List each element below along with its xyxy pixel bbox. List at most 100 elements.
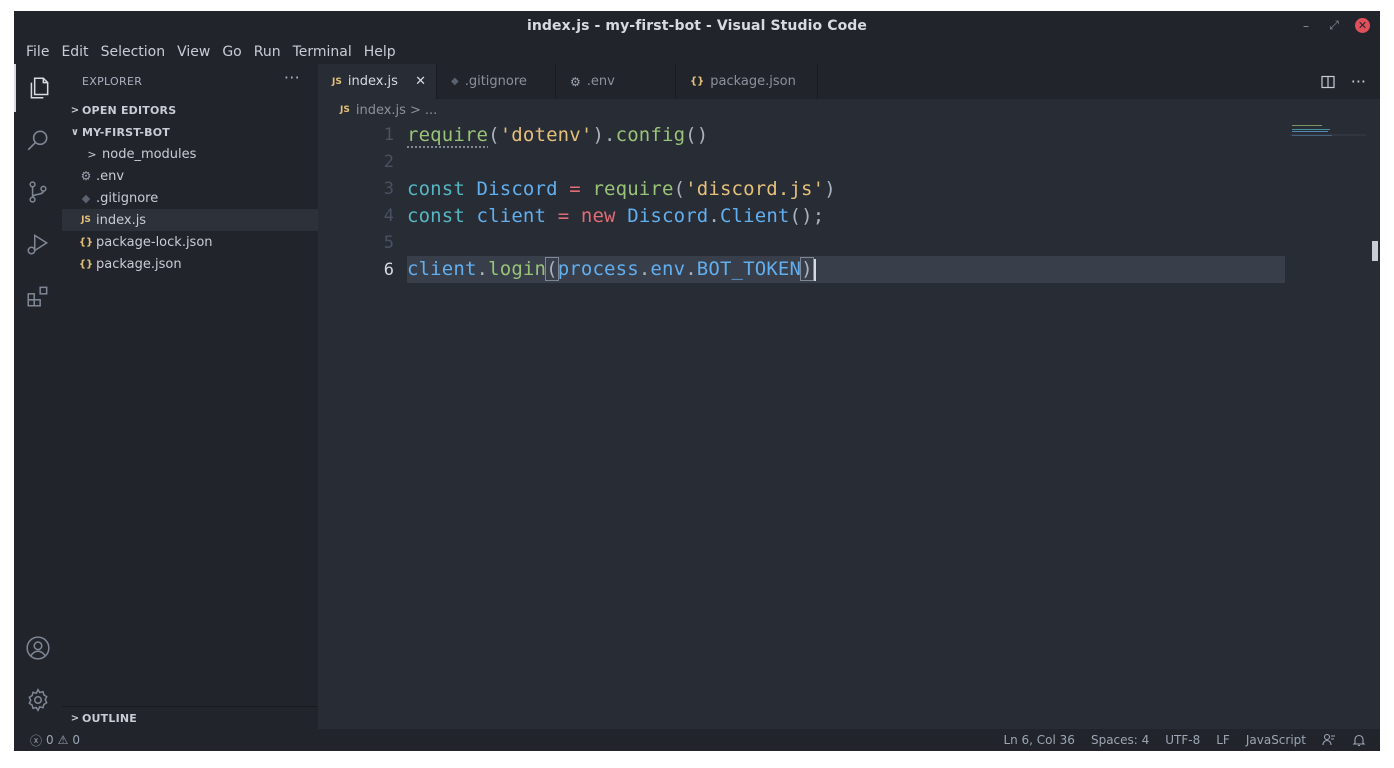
close-tab-icon[interactable]: ✕ — [415, 74, 426, 89]
code-editor[interactable]: 1 require('dotenv').config() 2 3 const D… — [318, 121, 1298, 283]
project-section[interactable]: ∨ MY-FIRST-BOT — [62, 121, 318, 143]
token: process — [557, 258, 639, 281]
chevron-down-icon: ∨ — [70, 126, 80, 138]
close-window-icon[interactable]: ✕ — [1355, 18, 1370, 33]
breadcrumb: JS index.js > ... — [340, 99, 437, 121]
tab-gitignore[interactable]: ◆ .gitignore — [437, 64, 556, 99]
explorer-header: EXPLORER ··· — [62, 64, 318, 99]
menu-run[interactable]: Run — [248, 44, 287, 60]
token: BOT_TOKEN — [696, 258, 802, 281]
tree-item-package-lock[interactable]: {} package-lock.json — [62, 231, 318, 253]
language-mode[interactable]: JavaScript — [1246, 733, 1306, 747]
tree-item-package-json[interactable]: {} package.json — [62, 253, 318, 275]
feedback-icon[interactable] — [1322, 733, 1336, 747]
chevron-right-icon: > — [70, 712, 80, 724]
token: = — [569, 177, 581, 200]
token: ). — [592, 123, 616, 146]
tab-label: package.json — [710, 74, 796, 89]
token: Discord — [476, 177, 558, 200]
line-number: 6 — [383, 259, 394, 280]
js-file-icon: JS — [332, 76, 342, 87]
menu-view[interactable]: View — [171, 44, 216, 60]
menu-help[interactable]: Help — [358, 44, 402, 60]
window-controls: – ⤢ ✕ — [1299, 11, 1370, 40]
menu-selection[interactable]: Selection — [95, 44, 172, 60]
split-editor-icon[interactable] — [1321, 75, 1335, 89]
text-cursor — [813, 258, 816, 281]
menu-go[interactable]: Go — [216, 44, 247, 60]
warning-count: 0 — [72, 733, 81, 747]
chevron-right-icon: > — [87, 147, 97, 161]
more-actions-icon[interactable]: ··· — [284, 70, 300, 86]
files-icon — [30, 77, 49, 99]
line-number: 5 — [383, 232, 394, 253]
code-text: const Discord = require('discord.js') — [407, 178, 836, 200]
run-debug-icon — [27, 233, 49, 255]
line-number: 1 — [383, 124, 394, 145]
menu-edit[interactable]: Edit — [55, 44, 94, 60]
accounts-button[interactable] — [14, 624, 62, 672]
tab-package-json[interactable]: {} package.json — [676, 64, 818, 99]
line-number: 3 — [383, 178, 394, 199]
error-count: 0 — [46, 733, 54, 747]
js-file-icon: JS — [81, 215, 91, 225]
menu-file[interactable]: File — [20, 44, 55, 60]
project-label: MY-FIRST-BOT — [82, 125, 170, 139]
open-editors-section[interactable]: > OPEN EDITORS — [62, 99, 318, 121]
problems-indicator[interactable]: ⓧ 0 ⚠ 0 — [14, 732, 80, 749]
token: . — [476, 258, 489, 281]
cursor-position[interactable]: Ln 6, Col 36 — [1003, 733, 1075, 747]
indentation[interactable]: Spaces: 4 — [1091, 733, 1149, 747]
editor-actions: ··· — [1321, 64, 1366, 99]
code-line: 2 — [318, 148, 1298, 175]
search-button[interactable] — [14, 116, 62, 164]
extensions-icon — [27, 286, 48, 307]
breadcrumb-symbols[interactable]: ... — [425, 103, 437, 118]
menu-terminal[interactable]: Terminal — [287, 44, 358, 60]
token: (); — [789, 204, 825, 227]
tab-env[interactable]: ⚙ .env — [556, 64, 676, 99]
token: ( — [545, 257, 559, 282]
code-text: client.login(process.env.BOT_TOKEN) — [407, 257, 816, 282]
extensions-button[interactable] — [14, 272, 62, 320]
token: const — [407, 204, 465, 227]
search-icon — [27, 130, 48, 151]
tree-item-index-js[interactable]: JS index.js — [62, 209, 318, 231]
scrollbar-thumb[interactable] — [1372, 241, 1378, 261]
restore-icon[interactable]: ⤢ — [1327, 18, 1341, 33]
token: = — [557, 204, 570, 227]
token: login — [488, 258, 547, 281]
tab-label: .env — [586, 74, 615, 89]
tree-item-label: node_modules — [102, 146, 197, 162]
code-line: 5 — [318, 229, 1298, 256]
more-actions-icon[interactable]: ··· — [1351, 73, 1366, 89]
token: env — [650, 258, 686, 281]
explorer-button[interactable] — [14, 64, 62, 112]
token: ( — [488, 123, 500, 146]
gear-file-icon: ⚙ — [570, 74, 581, 89]
encoding[interactable]: UTF-8 — [1165, 733, 1200, 747]
tab-index-js[interactable]: JS index.js ✕ — [318, 64, 437, 99]
end-of-line[interactable]: LF — [1216, 733, 1230, 747]
account-icon — [26, 636, 50, 660]
run-debug-button[interactable] — [14, 220, 62, 268]
token: () — [685, 123, 709, 146]
js-file-icon: JS — [340, 105, 350, 115]
minimap[interactable] — [1290, 121, 1366, 151]
token: Client — [719, 204, 790, 227]
tree-item-env[interactable]: ⚙ .env — [62, 165, 318, 187]
outline-section[interactable]: > OUTLINE — [62, 706, 324, 729]
token: const — [407, 177, 465, 200]
notifications-bell-icon[interactable] — [1352, 733, 1366, 747]
json-file-icon: {} — [690, 76, 705, 87]
source-control-button[interactable] — [14, 168, 62, 216]
breadcrumb-file[interactable]: index.js — [356, 103, 406, 118]
token: config — [615, 123, 686, 146]
minimize-icon[interactable]: – — [1299, 19, 1313, 33]
token: 'discord.js' — [685, 177, 825, 200]
manage-button[interactable] — [14, 676, 62, 724]
tree-item-gitignore[interactable]: ◆ .gitignore — [62, 187, 318, 209]
tree-item-node-modules[interactable]: > node_modules — [62, 143, 318, 165]
token: require — [592, 177, 674, 200]
activity-bar — [14, 64, 62, 729]
